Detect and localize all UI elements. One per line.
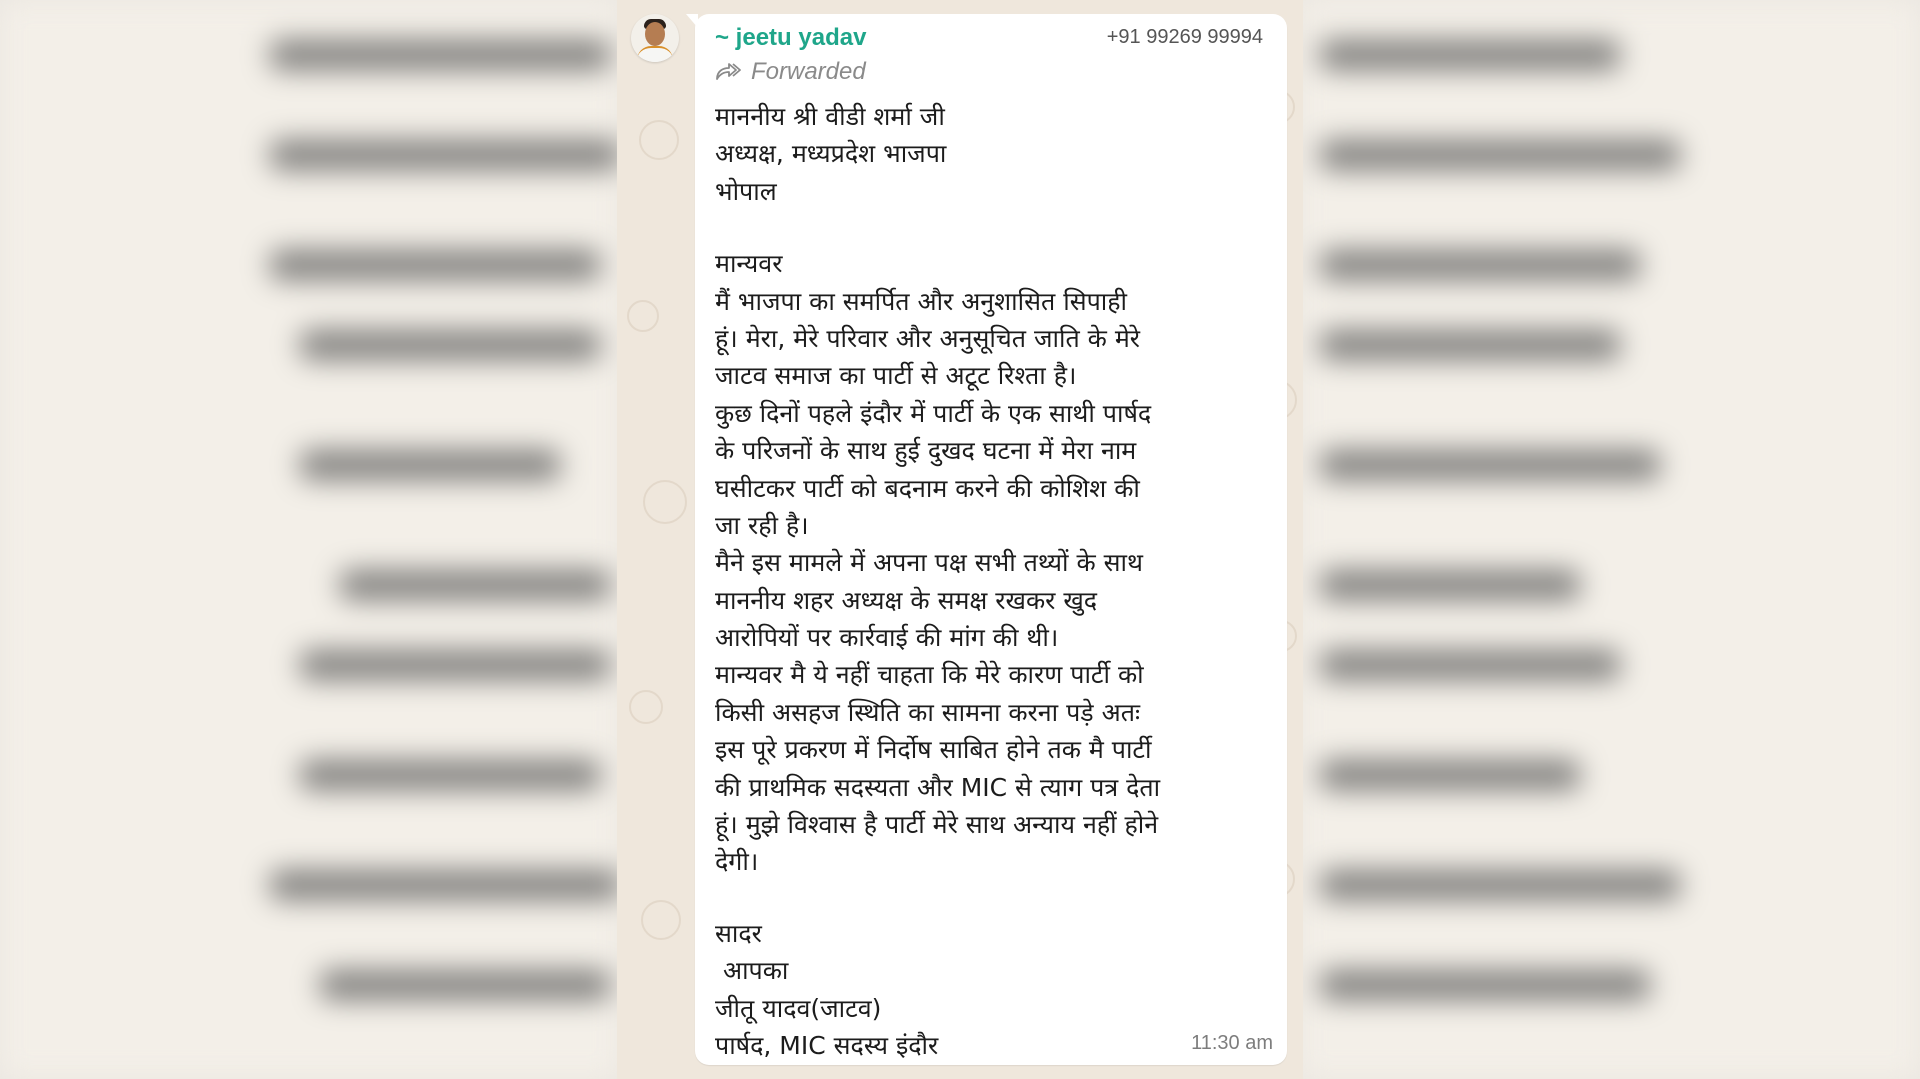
address-line: भोपाल [715,176,777,206]
wallpaper-doodle [641,900,681,940]
body-line: इस पूरे प्रकरण में निर्दोष साबित होने तक… [715,735,1152,765]
message-body: माननीय श्री वीडी शर्मा जी अध्यक्ष, मध्यप… [715,98,1275,1064]
wallpaper-doodle [643,480,687,524]
sender-phone: +91 99269 99994 [1106,26,1263,48]
address-line: माननीय श्री वीडी शर्मा जी [715,102,945,131]
sender-name[interactable]: ~ jeetu yadav [715,24,866,52]
body-line: मान्यवर मै ये नहीं चाहता कि मेरे कारण पा… [715,660,1144,690]
salutation: मान्यवर [715,249,783,279]
message-time: 11:30 am [1191,1032,1273,1054]
body-line: घसीटकर पार्टी को बदनाम करने की कोशिश की [715,473,1140,503]
blurred-background-left [0,0,620,1079]
address-line: अध्यक्ष, मध्यप्रदेश भाजपा [715,139,947,169]
sender-avatar[interactable] [631,14,679,62]
body-line: किसी असहज स्थिति का सामना करना पड़े अतः [715,697,1141,727]
body-line: मैं भाजपा का समर्पित और अनुशासित सिपाही [715,286,1128,316]
body-line: कुछ दिनों पहले इंदौर में पार्टी के एक सा… [715,398,1152,428]
blurred-background-right [1300,0,1920,1079]
body-line: मैने इस मामले में अपना पक्ष सभी तथ्यों क… [715,548,1143,578]
wallpaper-doodle [627,300,659,332]
wallpaper-doodle [639,120,679,160]
body-line: हूं। मुझे विश्वास है पार्टी मेरे साथ अन्… [715,810,1159,840]
body-line: की प्राथमिक सदस्यता और MIC से त्याग पत्र… [715,772,1161,802]
body-line: देगी। [715,847,759,877]
body-line: हूं। मेरा, मेरे परिवार और अनुसूचित जाति … [715,323,1140,353]
closing-line: आपका [715,956,789,986]
forwarded-indicator: Forwarded [715,58,866,86]
closing-line: सादर [715,918,762,948]
screenshot-stage: ~ jeetu yadav +91 99269 99994 Forwarded … [0,0,1920,1079]
wallpaper-doodle [629,690,663,724]
body-line: माननीय शहर अध्यक्ष के समक्ष रखकर खुद [715,585,1098,615]
body-line: जा रही है। [715,510,809,540]
closing-line: जीतू यादव(जाटव) [715,993,882,1023]
forwarded-label: Forwarded [751,58,866,85]
chat-panel: ~ jeetu yadav +91 99269 99994 Forwarded … [617,0,1303,1079]
body-line: के परिजनों के साथ हुई दुखद घटना में मेरा… [715,436,1137,466]
body-line: जाटव समाज का पार्टी से अटूट रिश्ता है। [715,361,1077,391]
body-line: आरोपियों पर कार्रवाई की मांग की थी। [715,623,1059,653]
forward-icon [715,63,741,81]
message-bubble[interactable]: ~ jeetu yadav +91 99269 99994 Forwarded … [686,14,1287,1065]
